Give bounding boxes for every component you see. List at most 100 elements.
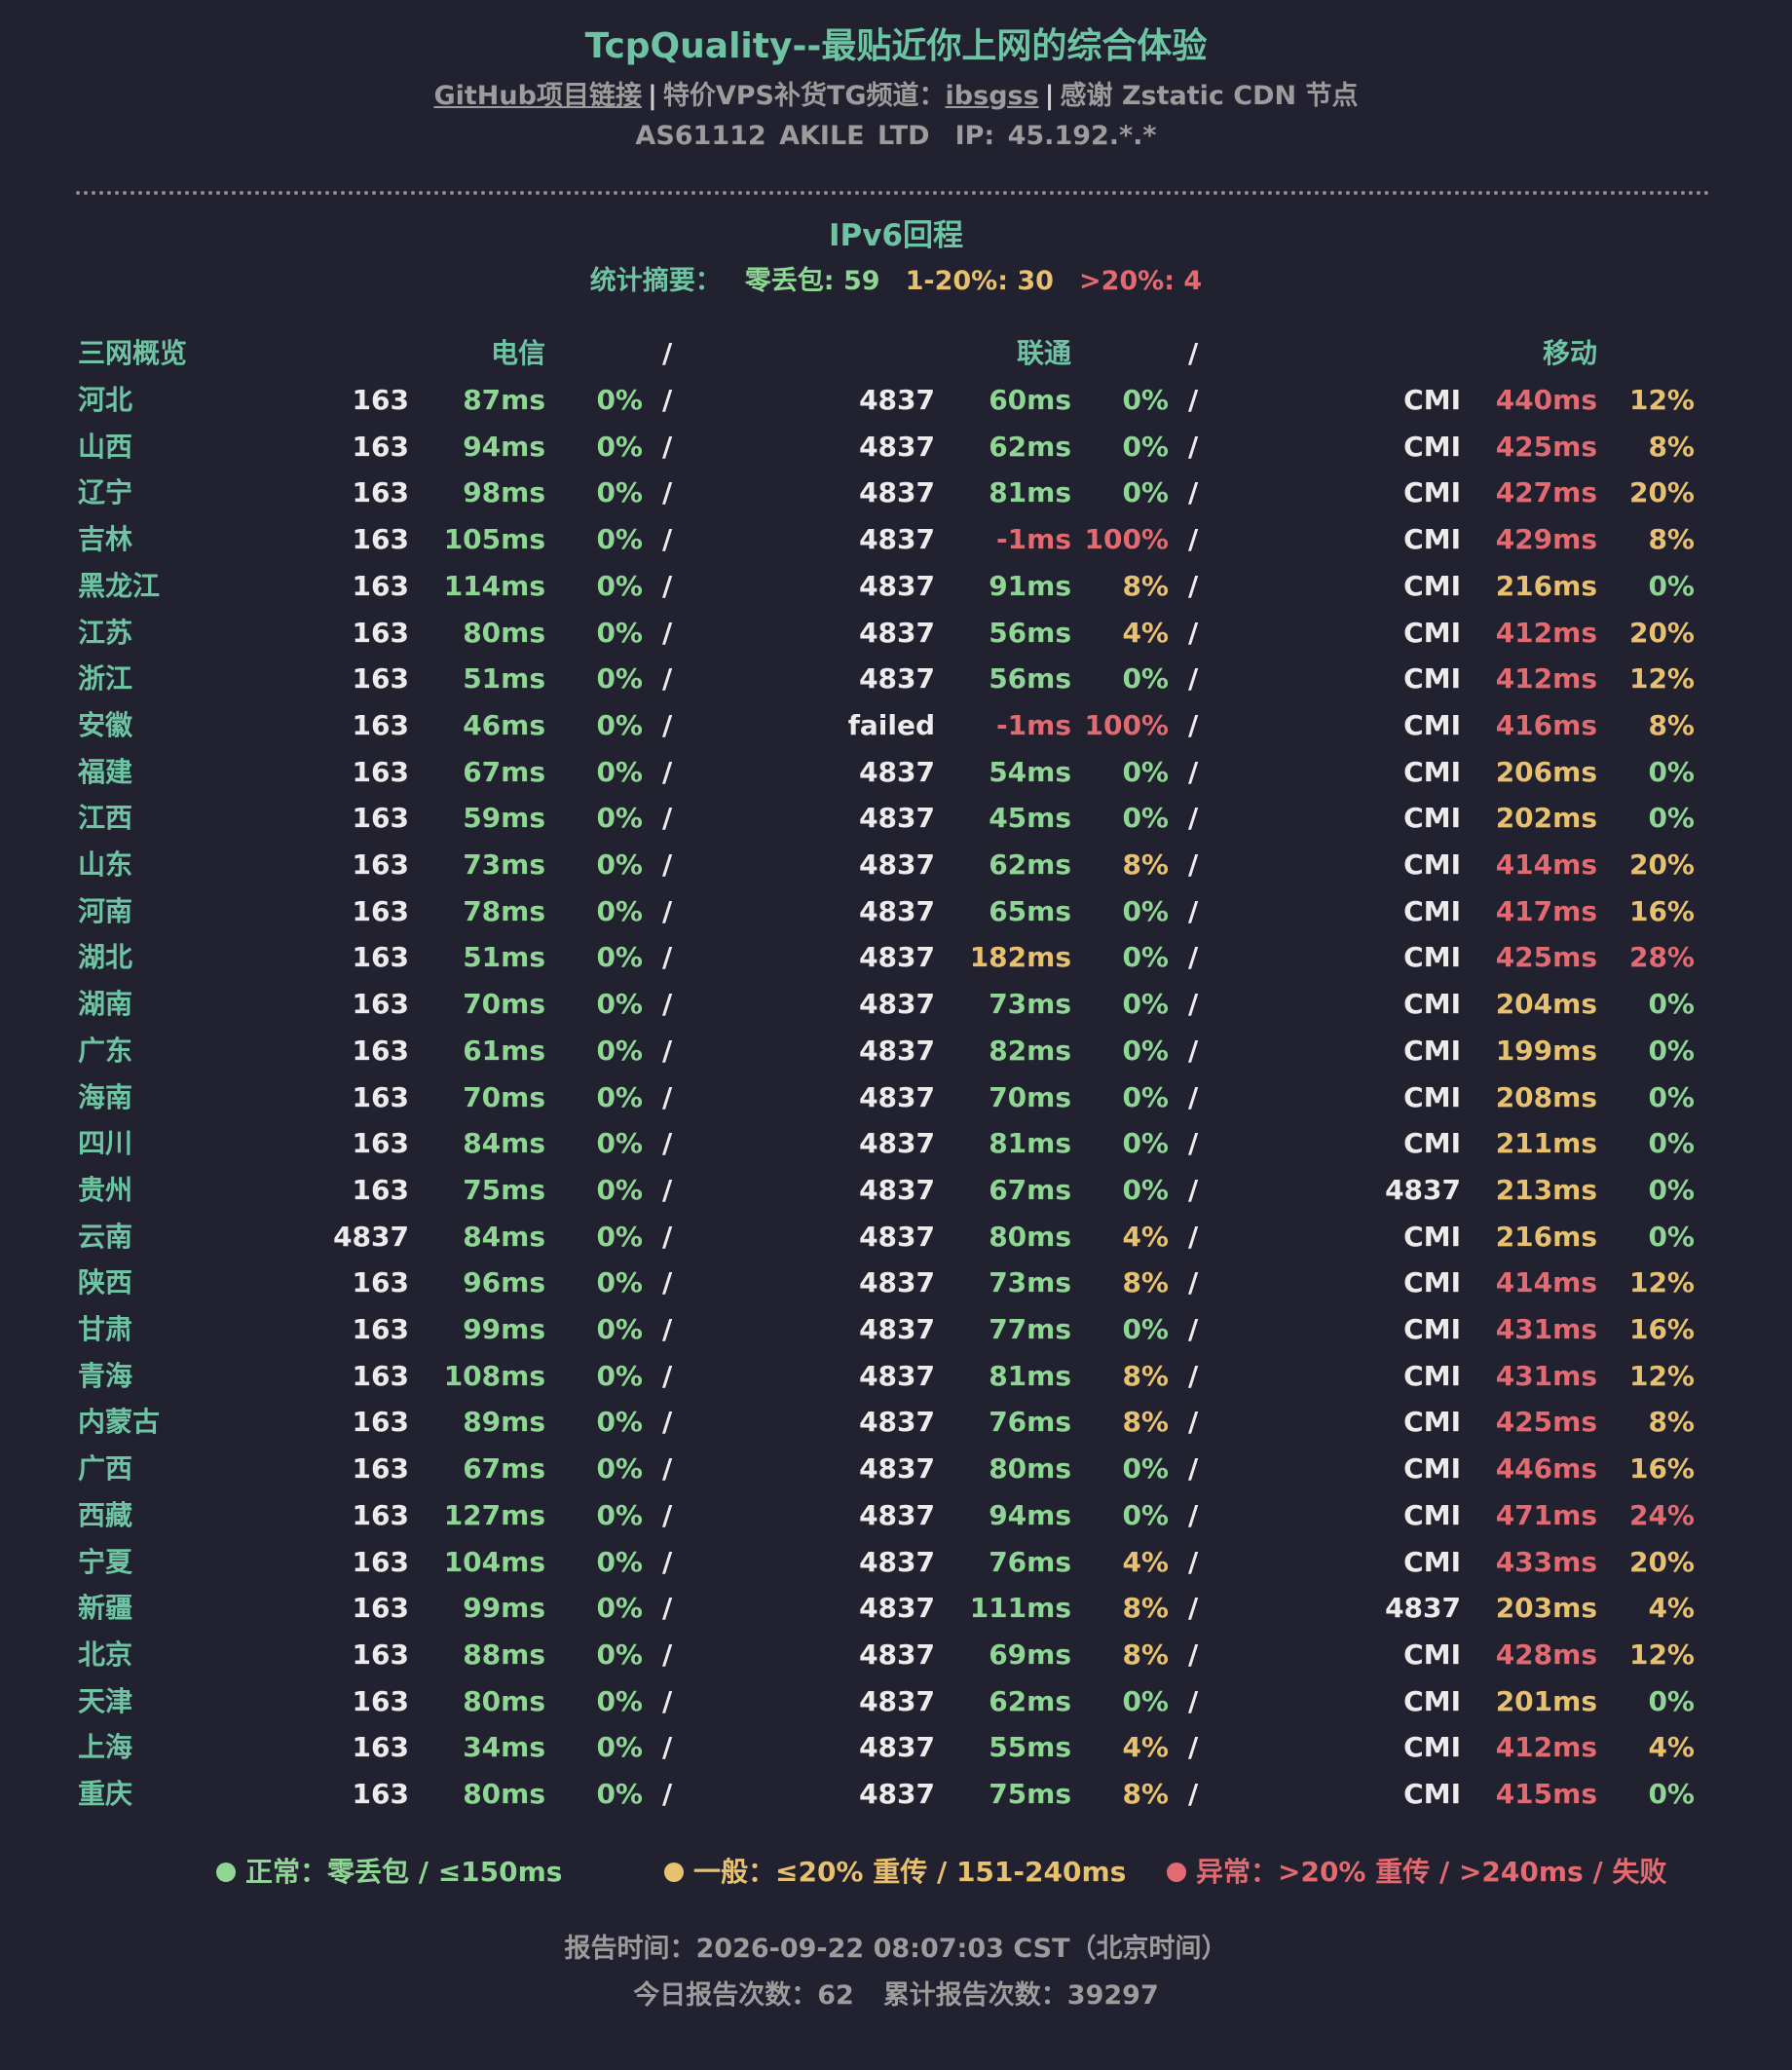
slash-separator: / — [662, 1638, 673, 1671]
province-cell: 上海 — [78, 1731, 133, 1763]
slash-separator: / — [1188, 431, 1199, 463]
slash-separator: / — [1188, 848, 1199, 881]
unicom-loss-cell: 0% — [1122, 1081, 1169, 1113]
unicom-loss-cell: 0% — [1122, 1499, 1169, 1531]
telecom-loss-cell: 0% — [596, 384, 643, 416]
slash-separator: / — [1188, 1221, 1199, 1253]
unicom-loss-cell: 8% — [1122, 570, 1169, 602]
slash-separator: / — [1188, 895, 1199, 927]
legend-normal: 正常：零丢包 / ≤150ms — [216, 1851, 562, 1890]
unicom-loss-cell: 8% — [1122, 1406, 1169, 1438]
mobile-loss-cell: 0% — [1648, 1685, 1695, 1717]
slash-separator: / — [1188, 476, 1199, 508]
slash-separator: / — [1188, 802, 1199, 834]
page-title: TcpQuality--最贴近你上网的综合体验 — [584, 26, 1208, 66]
unicom-loss-cell: 0% — [1122, 988, 1169, 1020]
mobile-loss-cell: 8% — [1648, 709, 1695, 741]
vps-text: 特价VPS补货TG频道： — [662, 81, 946, 111]
slash-separator: / — [662, 570, 673, 602]
slash-separator: / — [1188, 1452, 1199, 1485]
slash-separator: / — [662, 1174, 673, 1206]
unicom-loss-cell: 0% — [1122, 941, 1169, 973]
province-cell: 山西 — [78, 431, 133, 463]
province-cell: 海南 — [78, 1081, 133, 1113]
telecom-loss-cell: 0% — [596, 1638, 643, 1671]
mobile-loss-cell: 0% — [1648, 756, 1695, 788]
mobile-loss-cell: 12% — [1628, 662, 1695, 695]
thanks-text: 感谢 Zstatic CDN 节点 — [1060, 81, 1359, 111]
unicom-loss-cell: 0% — [1122, 1174, 1169, 1206]
slash-separator: / — [662, 1360, 673, 1392]
unicom-loss-cell: 8% — [1122, 1360, 1169, 1392]
unicom-loss-cell: 4% — [1122, 1221, 1169, 1253]
province-cell: 湖北 — [78, 941, 133, 973]
slash-separator: / — [662, 1313, 673, 1345]
province-cell: 天津 — [78, 1685, 133, 1717]
slash-separator: / — [662, 1731, 673, 1763]
province-cell: 广东 — [78, 1035, 133, 1067]
unicom-loss-cell: 4% — [1122, 1731, 1169, 1763]
separator: | — [647, 81, 657, 111]
telecom-loss-cell: 0% — [596, 1174, 643, 1206]
unicom-loss-cell: 8% — [1122, 1638, 1169, 1671]
telecom-loss-cell: 0% — [596, 1592, 643, 1624]
telecom-loss-cell: 0% — [596, 1266, 643, 1298]
mobile-loss-cell: 12% — [1628, 384, 1695, 416]
mobile-loss-cell: 24% — [1628, 1499, 1695, 1531]
province-cell: 江苏 — [78, 617, 133, 649]
slash-separator: / — [1188, 1546, 1199, 1578]
mobile-loss-cell: 20% — [1628, 848, 1695, 881]
header-unicom: 联通 — [1016, 337, 1071, 369]
mobile-loss-cell: 0% — [1648, 570, 1695, 602]
slash-separator: / — [1188, 709, 1199, 741]
slash-separator: / — [662, 1081, 673, 1113]
slash-separator: / — [662, 662, 673, 695]
slash-separator: / — [662, 1778, 673, 1810]
github-link[interactable]: GitHub项目链接 — [433, 81, 641, 111]
slash-separator: / — [662, 848, 673, 881]
mobile-loss-cell: 20% — [1628, 1546, 1695, 1578]
today-count: 今日报告次数：62 — [633, 1980, 854, 2011]
province-cell: 新疆 — [78, 1592, 133, 1624]
telecom-loss-cell: 0% — [596, 617, 643, 649]
unicom-loss-cell: 0% — [1122, 431, 1169, 463]
mobile-loss-cell: 16% — [1628, 895, 1695, 927]
mobile-loss-cell: 8% — [1648, 1406, 1695, 1438]
mobile-loss-cell: 20% — [1628, 476, 1695, 508]
slash-separator: / — [662, 941, 673, 973]
unicom-loss-cell: 0% — [1122, 476, 1169, 508]
mobile-loss-cell: 20% — [1628, 617, 1695, 649]
yellow-dot-icon — [664, 1863, 684, 1882]
mobile-loss-cell: 8% — [1648, 431, 1695, 463]
slash-separator: / — [1188, 1035, 1199, 1067]
mobile-loss-cell: 4% — [1648, 1731, 1695, 1763]
slash-separator: / — [1188, 662, 1199, 695]
unicom-loss-cell: 0% — [1122, 1452, 1169, 1485]
telecom-loss-cell: 0% — [596, 1127, 643, 1159]
province-cell: 河北 — [78, 384, 133, 416]
mobile-loss-cell: 0% — [1648, 988, 1695, 1020]
stats-summary: 统计摘要： 零丢包: 59 1-20%: 30 >20%: 4 — [0, 259, 1792, 297]
slash-separator: / — [662, 802, 673, 834]
mobile-loss-cell: 28% — [1628, 941, 1695, 973]
telecom-loss-cell: 0% — [596, 1499, 643, 1531]
slash-separator: / — [1188, 1266, 1199, 1298]
vps-channel-link[interactable]: ibsgss — [946, 81, 1039, 111]
header-slash: / — [662, 337, 673, 369]
telecom-loss-cell: 0% — [596, 988, 643, 1020]
province-cell: 西藏 — [78, 1499, 133, 1531]
telecom-loss-cell: 0% — [596, 1731, 643, 1763]
telecom-loss-cell: 0% — [596, 802, 643, 834]
slash-separator: / — [662, 1546, 673, 1578]
green-dot-icon — [216, 1863, 236, 1882]
slash-separator: / — [662, 617, 673, 649]
slash-separator: / — [1188, 1081, 1199, 1113]
legend-medium: 一般：≤20% 重传 / 151-240ms — [664, 1851, 1126, 1890]
unicom-loss-cell: 4% — [1122, 617, 1169, 649]
summary-high-loss: >20%: 4 — [1078, 266, 1203, 296]
slash-separator: / — [662, 384, 673, 416]
report-page: TcpQuality--最贴近你上网的综合体验 GitHub项目链接 | 特价VPS… — [0, 0, 1792, 2070]
province-cell: 吉林 — [78, 523, 133, 555]
mobile-loss-cell: 8% — [1648, 523, 1695, 555]
province-cell: 云南 — [78, 1221, 133, 1253]
